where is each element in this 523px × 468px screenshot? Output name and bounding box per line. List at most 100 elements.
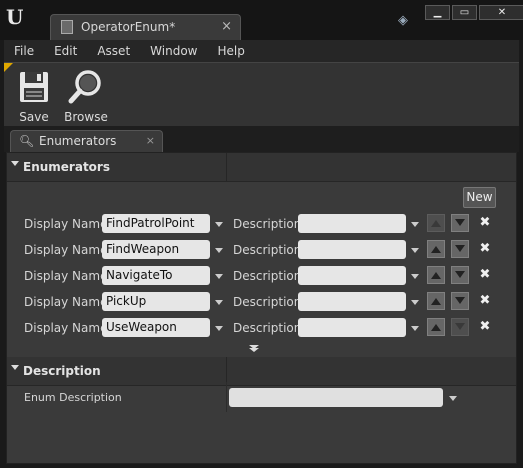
details-magnifier-icon: 🔍︎ [19, 134, 35, 148]
move-up-button[interactable] [427, 214, 445, 232]
display-name-label: Display Name [24, 295, 108, 309]
display-name-dropdown-icon[interactable] [215, 274, 223, 279]
enum-description-dropdown-icon[interactable] [449, 396, 457, 401]
description-label: Description [233, 269, 302, 283]
description-dropdown-icon[interactable] [411, 326, 419, 331]
delete-enumerator-button[interactable]: ✖ [478, 292, 492, 310]
maximize-button[interactable]: ▭ [452, 5, 477, 20]
arrow-down-icon [455, 219, 465, 226]
enumerator-row: Display Name NavigateTo Description ✖ [7, 265, 516, 289]
enumerator-row: Display Name UseWeapon Description ✖ [7, 317, 516, 341]
document-tab[interactable]: OperatorEnum* × [50, 14, 241, 40]
delete-enumerator-button[interactable]: ✖ [478, 214, 492, 232]
arrow-up-icon [431, 272, 441, 279]
enumerator-row: Display Name FindWeapon Description ✖ [7, 239, 516, 263]
menu-window[interactable]: Window [140, 40, 207, 62]
details-panel: Enumerators New Display Name FindPatrolP… [6, 152, 517, 464]
column-divider [226, 153, 227, 182]
enumerator-row: Display Name PickUp Description ✖ [7, 291, 516, 315]
move-down-button[interactable] [451, 266, 469, 284]
arrow-down-icon [455, 297, 465, 304]
document-tab-label: OperatorEnum* [81, 20, 176, 34]
description-category-header[interactable]: Description [7, 357, 516, 386]
arrow-down-icon [455, 271, 465, 278]
save-label: Save [19, 110, 49, 124]
display-name-label: Display Name [24, 217, 108, 231]
move-up-button[interactable] [427, 266, 445, 284]
menu-edit[interactable]: Edit [44, 40, 87, 62]
menu-bar: File Edit Asset Window Help [4, 40, 519, 62]
move-up-button[interactable] [427, 292, 445, 310]
arrow-up-icon [431, 246, 441, 253]
arrow-down-icon [455, 323, 465, 330]
arrow-up-icon [431, 298, 441, 305]
menu-help[interactable]: Help [207, 40, 254, 62]
description-label: Description [233, 217, 302, 231]
display-name-field[interactable]: NavigateTo [102, 266, 210, 285]
arrow-up-icon [431, 220, 441, 227]
tab-enumerators-label: Enumerators [39, 134, 117, 148]
description-label: Description [233, 243, 302, 257]
display-name-label: Display Name [24, 321, 108, 335]
description-field[interactable] [298, 240, 406, 259]
column-divider [226, 382, 227, 412]
description-field[interactable] [298, 292, 406, 311]
close-panel-tab-icon[interactable]: × [146, 134, 155, 147]
show-advanced-arrow-icon[interactable] [248, 345, 260, 353]
delete-enumerator-button[interactable]: ✖ [478, 240, 492, 258]
browse-button[interactable]: Browse [61, 69, 111, 124]
enumerators-category-header[interactable]: Enumerators [7, 153, 516, 182]
delete-enumerator-button[interactable]: ✖ [478, 266, 492, 284]
unreal-logo-icon: U [6, 5, 24, 29]
minimize-button[interactable]: ▁ [425, 5, 450, 20]
move-down-button[interactable] [451, 292, 469, 310]
display-name-dropdown-icon[interactable] [215, 326, 223, 331]
browse-label: Browse [64, 110, 108, 124]
enum-description-label: Enum Description [24, 391, 122, 404]
collapse-arrow-icon[interactable] [11, 161, 19, 166]
delete-enumerator-button[interactable]: ✖ [478, 318, 492, 336]
arrow-up-icon [431, 324, 441, 331]
description-label: Description [233, 321, 302, 335]
display-name-field[interactable]: FindWeapon [102, 240, 210, 259]
menu-file[interactable]: File [4, 40, 44, 62]
enum-description-row: Enum Description [7, 382, 516, 412]
panel-tab-bar: 🔍︎ Enumerators × [4, 126, 519, 152]
description-field[interactable] [298, 266, 406, 285]
move-up-button[interactable] [427, 318, 445, 336]
display-name-field[interactable]: FindPatrolPoint [102, 214, 210, 233]
enum-description-field[interactable] [229, 388, 443, 407]
move-down-button[interactable] [451, 214, 469, 232]
display-name-dropdown-icon[interactable] [215, 248, 223, 253]
description-field[interactable] [298, 214, 406, 233]
display-name-dropdown-icon[interactable] [215, 300, 223, 305]
description-dropdown-icon[interactable] [411, 300, 419, 305]
chevron-down-icon [249, 348, 259, 352]
tab-enumerators[interactable]: 🔍︎ Enumerators × [10, 130, 163, 152]
new-enumerator-button[interactable]: New [463, 187, 496, 208]
arrow-down-icon [455, 245, 465, 252]
menu-asset[interactable]: Asset [87, 40, 140, 62]
display-name-field[interactable]: PickUp [102, 292, 210, 311]
description-dropdown-icon[interactable] [411, 222, 419, 227]
description-dropdown-icon[interactable] [411, 274, 419, 279]
enumerator-row: Display Name FindPatrolPoint Description… [7, 213, 516, 237]
collapse-arrow-icon[interactable] [11, 365, 19, 370]
toolbar: Save Browse [4, 62, 519, 126]
display-name-dropdown-icon[interactable] [215, 222, 223, 227]
close-window-button[interactable]: ✕ [479, 5, 523, 20]
move-down-button[interactable] [451, 318, 469, 336]
source-control-cube-icon[interactable]: ◈ [398, 13, 412, 28]
display-name-label: Display Name [24, 243, 108, 257]
move-up-button[interactable] [427, 240, 445, 258]
enum-asset-icon [61, 20, 73, 34]
display-name-label: Display Name [24, 269, 108, 283]
close-tab-icon[interactable]: × [221, 19, 232, 34]
description-category-title: Description [23, 364, 101, 378]
description-dropdown-icon[interactable] [411, 248, 419, 253]
save-button[interactable]: Save [9, 69, 59, 124]
description-label: Description [233, 295, 302, 309]
display-name-field[interactable]: UseWeapon [102, 318, 210, 337]
description-field[interactable] [298, 318, 406, 337]
move-down-button[interactable] [451, 240, 469, 258]
